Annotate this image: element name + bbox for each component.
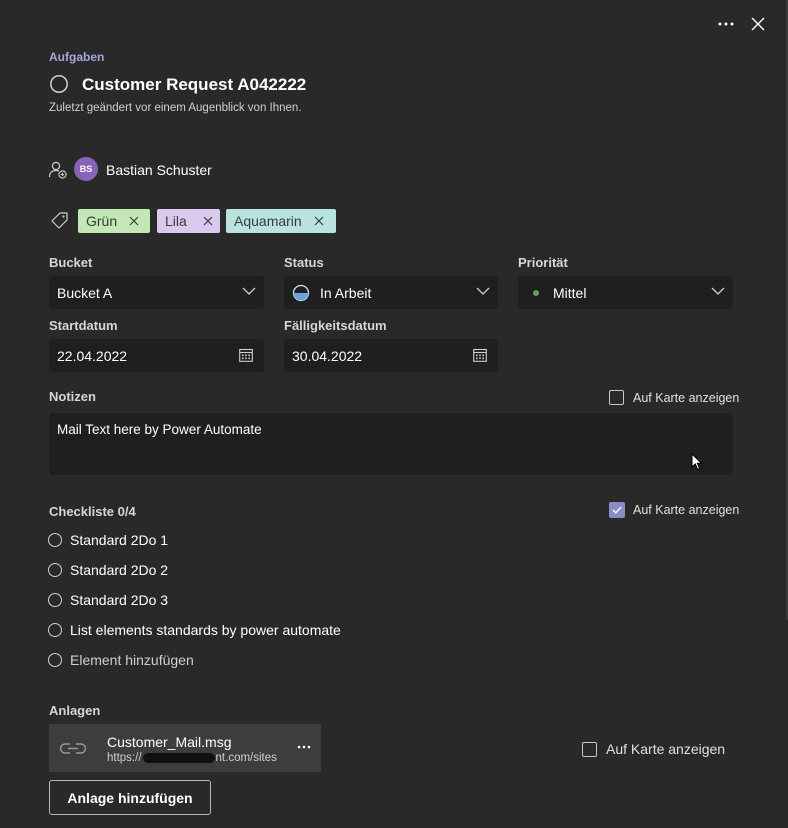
notes-show-on-card[interactable]: Auf Karte anzeigen <box>609 390 739 405</box>
checklist-item-checkbox[interactable] <box>48 593 62 607</box>
tag-icon <box>51 212 68 229</box>
attachment-url-start: https:// <box>107 752 142 764</box>
priority-dropdown[interactable]: Mittel <box>518 276 733 309</box>
bucket-value: Bucket A <box>57 284 113 301</box>
checklist-item[interactable]: Standard 2Do 3 <box>48 589 168 611</box>
section-label: Aufgaben <box>49 50 105 64</box>
label-text: Grün <box>86 213 118 229</box>
due-date-value: 30.04.2022 <box>292 347 363 364</box>
checklist-show-on-card-checkbox[interactable] <box>609 502 625 518</box>
calendar-icon[interactable] <box>473 348 487 362</box>
close-button[interactable] <box>746 12 770 36</box>
due-date-label: Fälligkeitsdatum <box>284 318 387 333</box>
mouse-cursor-icon <box>691 453 703 471</box>
checklist-label: Checkliste 0/4 <box>49 504 136 519</box>
checklist-item-text[interactable]: Standard 2Do 1 <box>70 532 168 548</box>
checklist-item-checkbox[interactable] <box>48 623 62 637</box>
circle-icon <box>50 75 68 93</box>
label-tag-gruen[interactable]: Grün <box>78 209 150 233</box>
chevron-down-icon <box>476 287 490 295</box>
remove-label-button[interactable] <box>203 216 213 226</box>
add-attachment-button[interactable]: Anlage hinzufügen <box>49 780 211 815</box>
remove-label-button[interactable] <box>129 216 139 226</box>
checklist-item[interactable]: Standard 2Do 1 <box>48 529 168 551</box>
more-icon <box>718 22 734 26</box>
calendar-icon[interactable] <box>239 348 253 362</box>
attachment-show-on-card-label: Auf Karte anzeigen <box>606 741 726 757</box>
checklist-item[interactable]: List elements standards by power automat… <box>48 619 341 641</box>
add-person-icon <box>48 161 67 179</box>
checklist-item-text[interactable]: Standard 2Do 2 <box>70 562 168 578</box>
more-options-button[interactable] <box>714 12 738 36</box>
status-value: In Arbeit <box>320 284 372 301</box>
start-date-value: 22.04.2022 <box>57 347 128 364</box>
close-icon <box>314 216 324 226</box>
attachment-show-on-card-checkbox[interactable] <box>582 741 597 757</box>
checklist-show-on-card-label: Auf Karte anzeigen <box>633 503 740 517</box>
label-tag-lila[interactable]: Lila <box>157 209 220 233</box>
notes-show-on-card-label: Auf Karte anzeigen <box>633 390 740 405</box>
label-tag-aquamarin[interactable]: Aquamarin <box>226 209 336 233</box>
notes-label: Notizen <box>49 389 96 404</box>
add-checklist-item[interactable]: Element hinzufügen <box>48 649 194 671</box>
close-icon <box>203 216 213 226</box>
priority-value: Mittel <box>553 284 587 301</box>
last-modified-text: Zuletzt geändert vor einem Augenblick vo… <box>49 102 302 114</box>
notes-text: Mail Text here by Power Automate <box>57 422 262 437</box>
checklist-item-checkbox[interactable] <box>48 563 62 577</box>
bucket-dropdown[interactable]: Bucket A <box>49 276 264 309</box>
checklist-item[interactable]: Standard 2Do 2 <box>48 559 168 581</box>
notes-textarea[interactable]: Mail Text here by Power Automate <box>49 413 733 475</box>
attachment-url-end: nt.com/sites <box>215 752 277 764</box>
close-icon <box>751 17 765 31</box>
checkmark-icon <box>612 506 622 514</box>
start-date-label: Startdatum <box>49 318 118 333</box>
bucket-label: Bucket <box>49 255 93 270</box>
attachment-url: https:// nt.com/sites <box>107 752 277 764</box>
priority-dot-icon <box>533 289 539 296</box>
assign-button[interactable] <box>48 160 68 180</box>
attachment-more-button[interactable] <box>295 738 313 756</box>
chevron-down-icon <box>242 287 256 295</box>
add-checklist-item-input[interactable]: Element hinzufügen <box>70 652 194 668</box>
start-date-field[interactable]: 22.04.2022 <box>49 339 264 372</box>
checklist-item-text[interactable]: List elements standards by power automat… <box>70 622 341 638</box>
redaction-mark <box>142 752 215 763</box>
status-dropdown[interactable]: In Arbeit <box>284 276 498 309</box>
remove-label-button[interactable] <box>314 216 324 226</box>
close-icon <box>129 216 139 226</box>
checklist-item-text[interactable]: Standard 2Do 3 <box>70 592 168 608</box>
checklist-show-on-card[interactable]: Auf Karte anzeigen <box>609 502 739 518</box>
label-button[interactable] <box>50 211 70 231</box>
task-title[interactable]: Customer Request A042222 <box>82 75 306 95</box>
task-complete-toggle[interactable] <box>49 74 69 94</box>
status-label: Status <box>284 255 324 270</box>
due-date-field[interactable]: 30.04.2022 <box>284 339 498 372</box>
more-icon <box>297 745 311 749</box>
chevron-down-icon <box>711 287 725 295</box>
checklist-item-checkbox[interactable] <box>48 533 62 547</box>
label-text: Lila <box>165 213 187 229</box>
assignee-name: Bastian Schuster <box>106 162 212 178</box>
add-item-circle-icon <box>48 653 62 667</box>
half-circle-icon <box>292 284 310 301</box>
label-text: Aquamarin <box>234 213 302 229</box>
notes-show-on-card-checkbox[interactable] <box>609 390 624 405</box>
attachment-card[interactable]: Customer_Mail.msg https:// nt.com/sites <box>49 724 321 772</box>
attachments-label: Anlagen <box>49 703 101 718</box>
attachment-show-on-card[interactable]: Auf Karte anzeigen <box>582 741 725 757</box>
priority-label: Priorität <box>518 255 568 270</box>
avatar[interactable]: BS <box>74 157 98 181</box>
link-icon <box>59 743 87 754</box>
attachment-file-name: Customer_Mail.msg <box>107 734 232 750</box>
